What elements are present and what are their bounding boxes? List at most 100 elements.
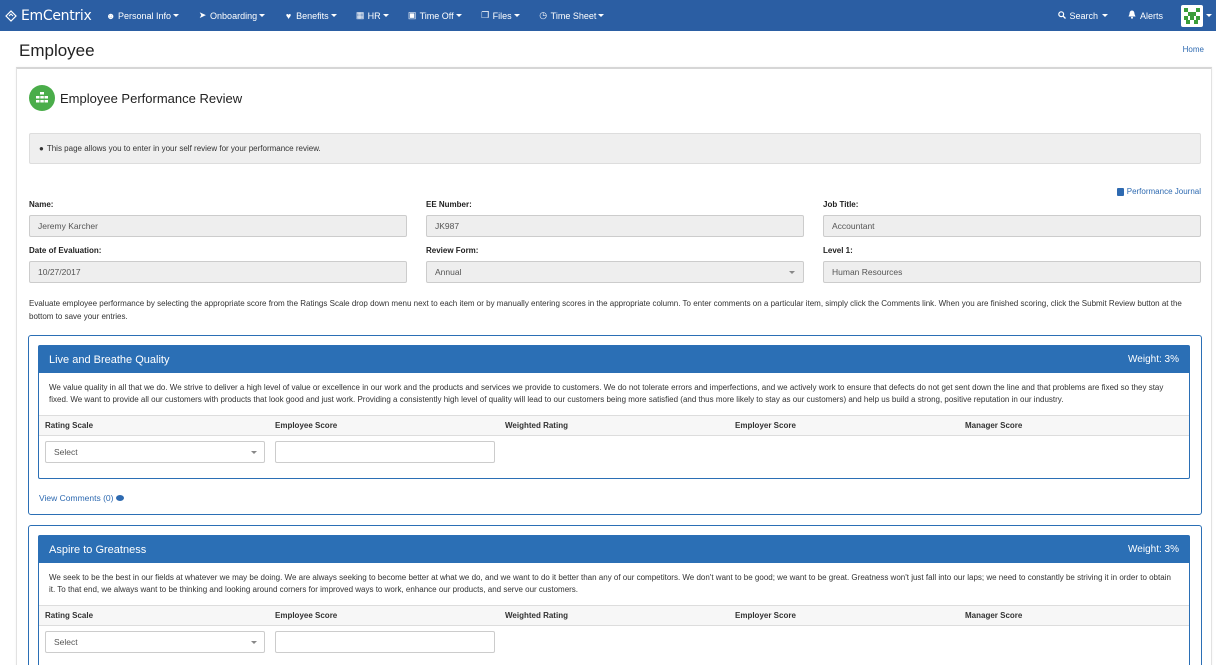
job-title-field-group: Job Title: Accountant (823, 200, 1201, 237)
nav-onboarding[interactable]: ➤ Onboarding (198, 10, 266, 21)
review-form-select[interactable]: Annual (426, 261, 804, 283)
date-field-group: Date of Evaluation: 10/27/2017 (29, 246, 407, 283)
select-placeholder: Select (54, 447, 78, 457)
top-navbar: EmCentrix ☻ Personal Info ➤ Onboarding ♥… (0, 0, 1216, 31)
nav-alerts[interactable]: Alerts (1128, 10, 1163, 21)
page-title: Employee (19, 41, 95, 60)
nav-time-off[interactable]: ▣ Time Off (408, 10, 462, 21)
score-columns-header: Rating Scale Employee Score Weighted Rat… (39, 415, 1189, 436)
heart-icon: ♥ (285, 10, 292, 21)
view-comments-label: View Comments (0) (39, 493, 114, 503)
col-employer-score: Employer Score (735, 611, 796, 620)
nav-time-sheet[interactable]: ◷ Time Sheet (539, 10, 605, 21)
info-alert: ● This page allows you to enter in your … (29, 133, 1201, 164)
ee-number-field-group: EE Number: JK987 (426, 200, 804, 237)
performance-journal-link[interactable]: Performance Journal (1116, 187, 1201, 196)
rocket-icon: ➤ (198, 10, 207, 20)
nav-files[interactable]: ❐ Files (481, 10, 520, 21)
nav-label: Benefits (296, 10, 329, 21)
comment-icon (116, 495, 125, 501)
date-label: Date of Evaluation: (29, 246, 102, 255)
chevron-down-icon (513, 14, 520, 17)
section-header: Live and Breathe Quality Weight: 3% (39, 346, 1189, 373)
employee-score-input[interactable] (275, 631, 495, 653)
section-panel: Aspire to Greatness Weight: 3% We seek t… (38, 535, 1190, 665)
col-weighted-rating: Weighted Rating (505, 611, 568, 620)
chevron-down-icon (1206, 14, 1212, 17)
review-section: Aspire to Greatness Weight: 3% We seek t… (28, 525, 1202, 665)
chevron-down-icon (259, 14, 266, 17)
section-panel: Live and Breathe Quality Weight: 3% We v… (38, 345, 1190, 479)
brand-logo[interactable]: EmCentrix (0, 0, 100, 31)
job-title-field: Accountant (823, 215, 1201, 237)
chevron-down-icon (382, 14, 389, 17)
nav-label: Personal Info (118, 10, 172, 21)
info-text: This page allows you to enter in your se… (46, 144, 321, 153)
clock-icon: ◷ (539, 10, 548, 20)
nav-label: Search (1069, 10, 1098, 21)
section-weight: Weight: 3% (1128, 544, 1179, 555)
section-title: Live and Breathe Quality (49, 353, 170, 366)
ee-number-label: EE Number: (426, 200, 472, 209)
nav-benefits[interactable]: ♥ Benefits (284, 11, 337, 21)
section-weight: Weight: 3% (1128, 354, 1179, 365)
chevron-down-icon (455, 14, 462, 17)
level-label: Level 1: (823, 246, 853, 255)
review-icon (29, 85, 55, 111)
name-label: Name: (29, 200, 54, 209)
rating-scale-select[interactable]: Select (45, 631, 265, 653)
nav-personal-info[interactable]: ☻ Personal Info (106, 10, 180, 21)
search-icon (1057, 10, 1066, 21)
chevron-down-icon (251, 451, 257, 454)
col-employee-score: Employee Score (275, 421, 338, 430)
level-field-group: Level 1: Human Resources (823, 246, 1201, 283)
name-field-group: Name: Jeremy Karcher (29, 200, 407, 237)
score-columns-header: Rating Scale Employee Score Weighted Rat… (39, 605, 1189, 626)
bell-icon (1128, 10, 1137, 21)
building-icon: ▦ (355, 10, 365, 20)
col-employer-score: Employer Score (735, 421, 796, 430)
level-field: Human Resources (823, 261, 1201, 283)
col-employee-score: Employee Score (275, 611, 338, 620)
review-card: Employee Performance Review ● This page … (16, 67, 1212, 665)
review-form-field-group: Review Form: Annual (426, 246, 804, 283)
user-icon: ☻ (106, 10, 116, 21)
col-weighted-rating: Weighted Rating (505, 421, 568, 430)
section-description: We seek to be the best in our fields at … (49, 573, 1171, 594)
section-header: Aspire to Greatness Weight: 3% (39, 536, 1189, 563)
view-comments-link[interactable]: View Comments (0) (39, 493, 125, 503)
user-menu[interactable] (1181, 4, 1212, 27)
review-header: Employee Performance Review (29, 85, 242, 111)
col-manager-score: Manager Score (965, 421, 1023, 430)
job-title-label: Job Title: (823, 200, 859, 209)
nav-label: Onboarding (210, 10, 258, 21)
section-description: We value quality in all that we do. We s… (49, 383, 1164, 404)
score-inputs-row: Select (39, 436, 1189, 468)
chevron-down-icon (598, 14, 605, 17)
nav-label: HR (367, 10, 381, 21)
lightbulb-icon: ● (39, 144, 44, 153)
chevron-down-icon (173, 14, 180, 17)
avatar (1181, 4, 1203, 27)
employee-score-input[interactable] (275, 441, 495, 463)
logo-mark-icon (5, 9, 17, 22)
journal-link-label: Performance Journal (1126, 187, 1201, 196)
nav-label: Time Sheet (550, 10, 597, 21)
nav-search[interactable]: Search (1057, 11, 1108, 21)
nav-label: Files (492, 10, 512, 21)
brand-name: EmCentrix (21, 7, 92, 24)
review-section: Live and Breathe Quality Weight: 3% We v… (28, 335, 1202, 515)
chevron-down-icon (251, 641, 257, 644)
chevron-down-icon (330, 14, 337, 17)
nav-hr[interactable]: ▦ HR (356, 10, 389, 21)
name-field: Jeremy Karcher (29, 215, 407, 237)
review-title: Employee Performance Review (60, 90, 243, 106)
date-field: 10/27/2017 (29, 261, 407, 283)
breadcrumb-home[interactable]: Home (1183, 45, 1204, 54)
select-placeholder: Select (54, 637, 78, 647)
col-rating-scale: Rating Scale (45, 611, 94, 620)
review-form-label: Review Form: (426, 246, 479, 255)
nav-label: Time Off (419, 10, 454, 21)
chevron-down-icon (789, 271, 795, 274)
rating-scale-select[interactable]: Select (45, 441, 265, 463)
